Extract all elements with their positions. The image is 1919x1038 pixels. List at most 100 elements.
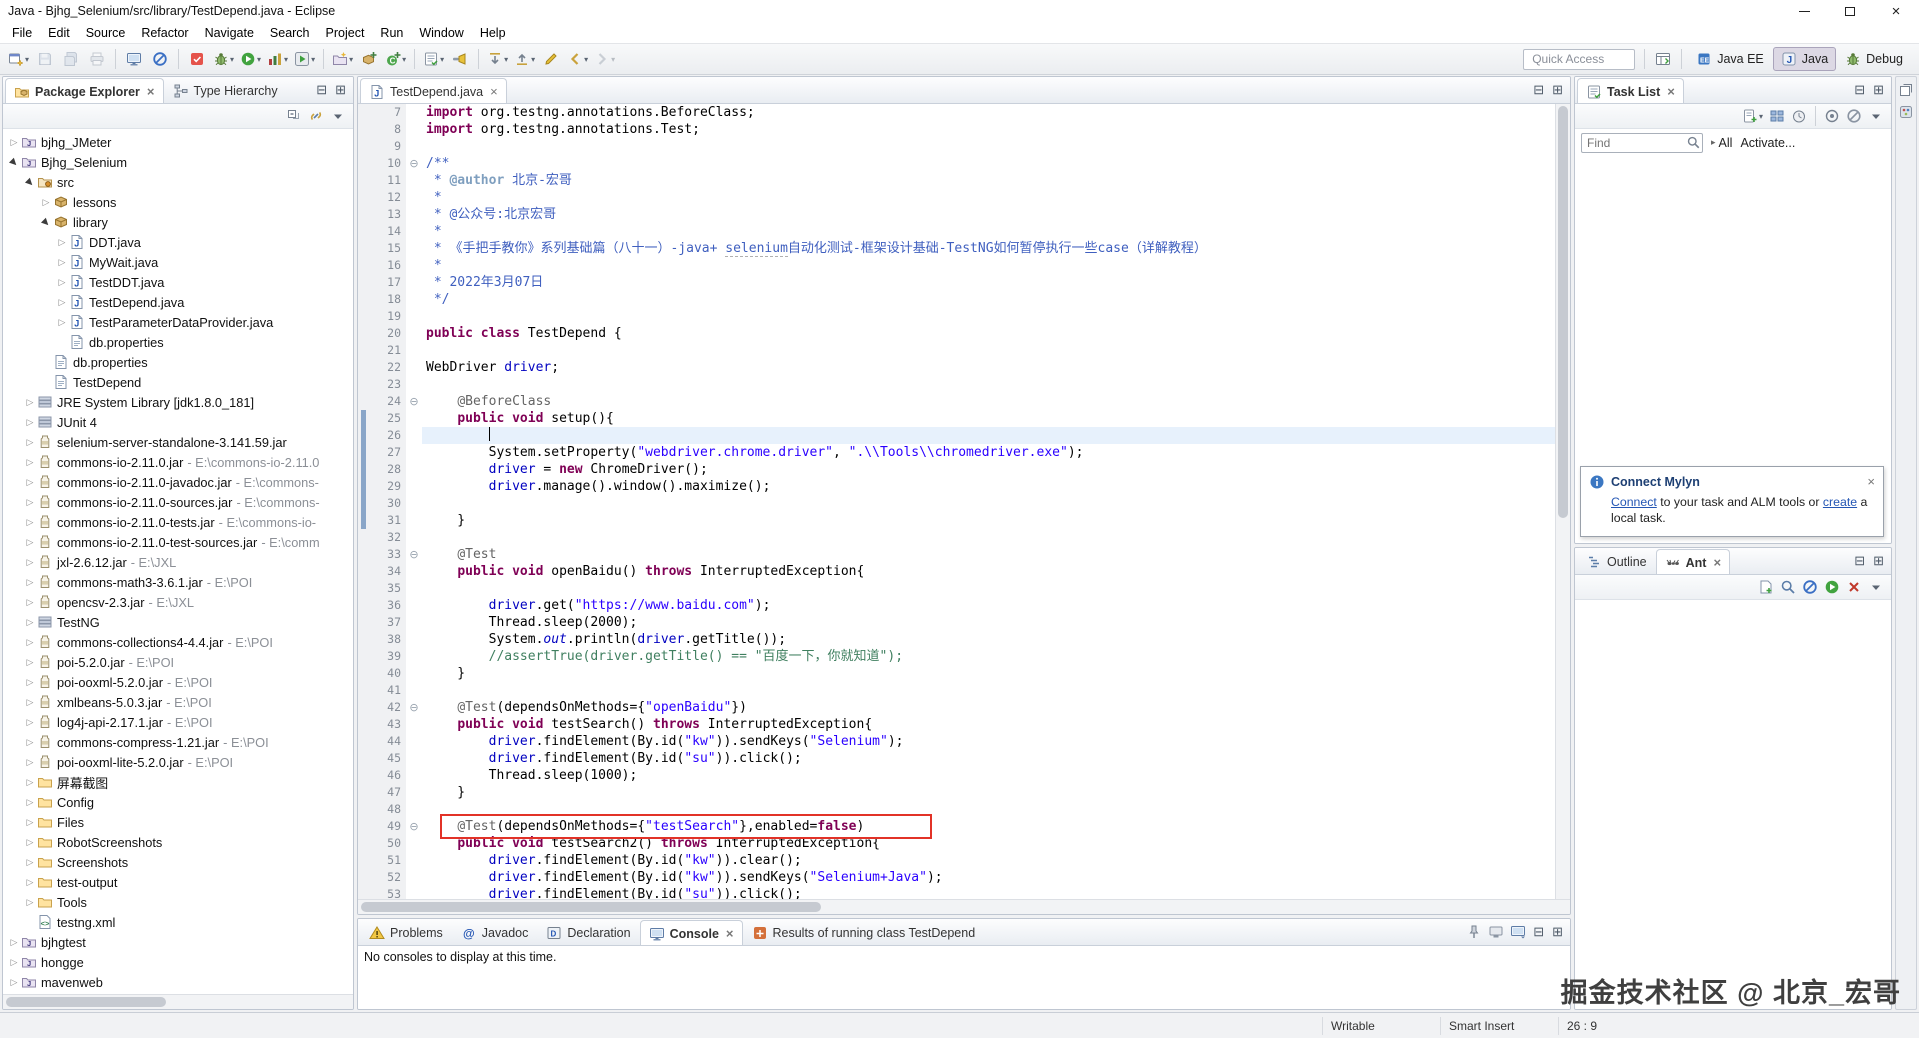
code-line-31[interactable]: 31 } <box>358 512 1555 529</box>
tree-item-jxl-2-6-12-jar[interactable]: ▷ jxl-2.6.12.jar - E:\JXL <box>3 552 353 572</box>
tree-item-item[interactable]: ▷ 屏幕截图 <box>3 772 353 792</box>
code-line-49[interactable]: 49 ⊖ @Test(dependsOnMethods={"testSearch"… <box>358 814 1555 839</box>
tree-item-test-output[interactable]: ▷ test-output <box>3 872 353 892</box>
code-line-39[interactable]: 39 //assertTrue(driver.getTitle() == "百度… <box>358 648 1555 665</box>
search-buildfiles-button[interactable] <box>1778 577 1798 597</box>
expand-arrow-icon[interactable]: ▷ <box>7 137 21 148</box>
tree-item-opencsv-2-3-jar[interactable]: ▷ opencsv-2.3.jar - E:\JXL <box>3 592 353 612</box>
activate-link[interactable]: Activate... <box>1740 136 1795 150</box>
code-line-36[interactable]: 36 driver.get("https://www.baidu.com"); <box>358 597 1555 614</box>
maximize-view-button[interactable]: ⊞ <box>1548 82 1567 98</box>
link-with-editor-button[interactable] <box>306 106 326 126</box>
code-line-47[interactable]: 47 } <box>358 784 1555 801</box>
tab-problems[interactable]: Problems <box>360 919 452 945</box>
menu-refactor[interactable]: Refactor <box>133 24 196 42</box>
tree-item-db-properties[interactable]: db.properties <box>3 332 353 352</box>
tree-item-config[interactable]: ▷ Config <box>3 792 353 812</box>
perspective-debug[interactable]: Debug <box>1838 48 1910 70</box>
code-line-34[interactable]: 34 public void openBaidu() throws Interr… <box>358 563 1555 580</box>
expand-arrow-icon[interactable]: ▷ <box>55 297 69 308</box>
code-line-32[interactable]: 32 <box>358 529 1555 546</box>
tree-item-commons-math3-3-6-1-jar[interactable]: ▷ commons-math3-3.6.1.jar - E:\POI <box>3 572 353 592</box>
code-line-7[interactable]: 7 import org.testng.annotations.BeforeCla… <box>358 104 1555 121</box>
tab-package-explorer[interactable]: Package Explorer × <box>5 78 164 103</box>
minimize-view-button[interactable]: ⊟ <box>1529 82 1548 98</box>
view-menu-button[interactable] <box>328 106 348 126</box>
code-line-20[interactable]: 20 public class TestDepend { <box>358 325 1555 342</box>
code-line-43[interactable]: 43 public void testSearch() throws Inter… <box>358 716 1555 733</box>
code-line-15[interactable]: 15 * 《手把手教你》系列基础篇（八十一）-java+ selenium自动化… <box>358 240 1555 257</box>
expand-arrow-icon[interactable]: ▷ <box>23 497 37 508</box>
minimize-view-button[interactable]: ⊟ <box>312 82 331 98</box>
expand-arrow-icon[interactable]: ▷ <box>23 697 37 708</box>
menu-edit[interactable]: Edit <box>40 24 78 42</box>
tree-item-src[interactable]: ▶ src <box>3 172 353 192</box>
code-line-38[interactable]: 38 System.out.println(driver.getTitle())… <box>358 631 1555 648</box>
save-all-button[interactable] <box>59 47 83 71</box>
tree-item-hongge[interactable]: ▷ Jhongge <box>3 952 353 972</box>
expand-arrow-icon[interactable]: ▷ <box>23 897 37 908</box>
expand-arrow-icon[interactable]: ▷ <box>55 317 69 328</box>
menu-navigate[interactable]: Navigate <box>197 24 262 42</box>
debug-button[interactable]: ▾ <box>211 47 236 71</box>
tree-item-bjhgtest[interactable]: ▷ Jbjhgtest <box>3 932 353 952</box>
maximize-view-button[interactable]: ⊞ <box>1548 924 1567 940</box>
scheduled-button[interactable] <box>1789 106 1809 126</box>
tree-item-ddt-java[interactable]: ▷ J DDT.java <box>3 232 353 252</box>
view-menu-button[interactable] <box>1866 577 1886 597</box>
tree-item-commons-io-2-11-0-sources-jar[interactable]: ▷ commons-io-2.11.0-sources.jar - E:\comm… <box>3 492 353 512</box>
tab-type-hierarchy[interactable]: Type Hierarchy <box>164 77 287 103</box>
code-line-40[interactable]: 40 } <box>358 665 1555 682</box>
tree-item-testdepend-java[interactable]: ▷ J TestDepend.java <box>3 292 353 312</box>
tree-item-selenium-server-standalone-3-141-59-jar[interactable]: ▷ selenium-server-standalone-3.141.59.jar <box>3 432 353 452</box>
expand-arrow-icon[interactable]: ▷ <box>55 237 69 248</box>
tree-item-lessons[interactable]: ▷ lessons <box>3 192 353 212</box>
code-line-27[interactable]: 27 System.setProperty("webdriver.chrome.… <box>358 444 1555 461</box>
tree-item-poi-ooxml-lite-5-2-0-jar[interactable]: ▷ poi-ooxml-lite-5.2.0.jar - E:\POI <box>3 752 353 772</box>
code-line-33[interactable]: 33 ⊖ @Test <box>358 546 1555 563</box>
menu-search[interactable]: Search <box>262 24 318 42</box>
save-button[interactable] <box>33 47 57 71</box>
expand-arrow-icon[interactable]: ▷ <box>23 777 37 788</box>
code-line-41[interactable]: 41 <box>358 682 1555 699</box>
create-link[interactable]: create <box>1823 495 1857 509</box>
fold-margin[interactable]: ⊖ <box>406 155 422 172</box>
expand-arrow-icon[interactable]: ▷ <box>23 457 37 468</box>
expand-arrow-icon[interactable]: ▷ <box>7 957 21 968</box>
code-line-24[interactable]: 24 ⊖ @BeforeClass <box>358 393 1555 410</box>
open-task-button[interactable]: ▾ <box>421 47 446 71</box>
tab-testdepend-java[interactable]: J TestDepend.java × <box>360 78 507 103</box>
scrollbar-thumb[interactable] <box>6 997 166 1007</box>
code-line-30[interactable]: 30 <box>358 495 1555 512</box>
code-line-14[interactable]: 14 * <box>358 223 1555 240</box>
code-line-12[interactable]: 12 * <box>358 189 1555 206</box>
expand-arrow-icon[interactable]: ▷ <box>23 537 37 548</box>
scrollbar-thumb[interactable] <box>1558 106 1568 518</box>
expand-arrow-icon[interactable]: ▷ <box>23 877 37 888</box>
tree-item-mavenweb[interactable]: ▷ Jmavenweb <box>3 972 353 992</box>
open-console-dd-button[interactable] <box>1508 922 1528 942</box>
code-line-52[interactable]: 52 driver.findElement(By.id("kw")).sendK… <box>358 869 1555 886</box>
fold-margin[interactable]: ⊖ <box>406 393 422 410</box>
tree-item-commons-io-2-11-0-jar[interactable]: ▷ commons-io-2.11.0.jar - E:\commons-io-2… <box>3 452 353 472</box>
expand-arrow-icon[interactable]: ▷ <box>23 577 37 588</box>
close-tab-icon[interactable]: × <box>147 85 155 98</box>
expand-arrow-icon[interactable]: ▷ <box>23 817 37 828</box>
close-tab-icon[interactable]: × <box>1667 85 1675 98</box>
menu-project[interactable]: Project <box>318 24 373 42</box>
tree-item-junit-4[interactable]: ▷ JUnit 4 <box>3 412 353 432</box>
tree-item-poi-5-2-0-jar[interactable]: ▷ poi-5.2.0.jar - E:\POI <box>3 652 353 672</box>
back-button[interactable]: ▾ <box>565 47 590 71</box>
code-line-50[interactable]: 50 public void testSearch2() throws Inte… <box>358 835 1555 852</box>
new-testng-button[interactable] <box>185 47 209 71</box>
tree-item-bjhg-selenium[interactable]: ▶ J Bjhg_Selenium <box>3 152 353 172</box>
tab-console[interactable]: Console × <box>639 920 743 945</box>
code-line-22[interactable]: 22 WebDriver driver; <box>358 359 1555 376</box>
code-line-8[interactable]: 8 import org.testng.annotations.Test; <box>358 121 1555 138</box>
minimized-view-button[interactable] <box>1896 103 1916 121</box>
expand-arrow-icon[interactable]: ▷ <box>39 197 53 208</box>
menu-help[interactable]: Help <box>472 24 514 42</box>
code-line-10[interactable]: 10 ⊖ /** <box>358 155 1555 172</box>
pin-console-button[interactable] <box>1464 922 1484 942</box>
perspective-java-ee[interactable]: EE Java EE <box>1689 48 1771 70</box>
